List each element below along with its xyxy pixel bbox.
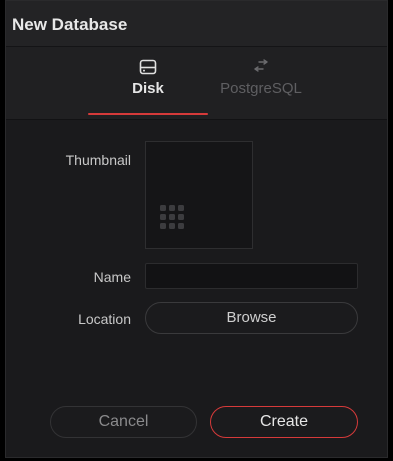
dialog-titlebar: New Database: [6, 1, 387, 47]
tab-disk-label: Disk: [132, 80, 164, 97]
swap-arrows-icon: [252, 56, 270, 78]
tab-postgresql-label: PostgreSQL: [220, 80, 302, 97]
thumbnail-dropzone[interactable]: [145, 141, 253, 249]
dialog-title: New Database: [12, 15, 128, 34]
new-database-dialog: New Database Disk PostgreSQL Thumbnail N…: [5, 0, 388, 458]
browse-button[interactable]: Browse: [145, 302, 358, 334]
name-label: Name: [93, 269, 131, 285]
cancel-button[interactable]: Cancel: [50, 406, 197, 438]
database-type-tabs: Disk PostgreSQL: [6, 47, 387, 120]
tab-postgresql[interactable]: PostgreSQL: [201, 47, 321, 120]
create-button[interactable]: Create: [210, 406, 358, 438]
name-input[interactable]: [145, 263, 358, 289]
location-label: Location: [78, 311, 131, 327]
disk-icon: [139, 56, 157, 78]
thumbnail-label: Thumbnail: [65, 152, 131, 168]
thumbnail-grid-icon: [158, 203, 188, 238]
tab-selected-indicator: [88, 113, 208, 115]
tab-disk[interactable]: Disk: [88, 47, 208, 120]
